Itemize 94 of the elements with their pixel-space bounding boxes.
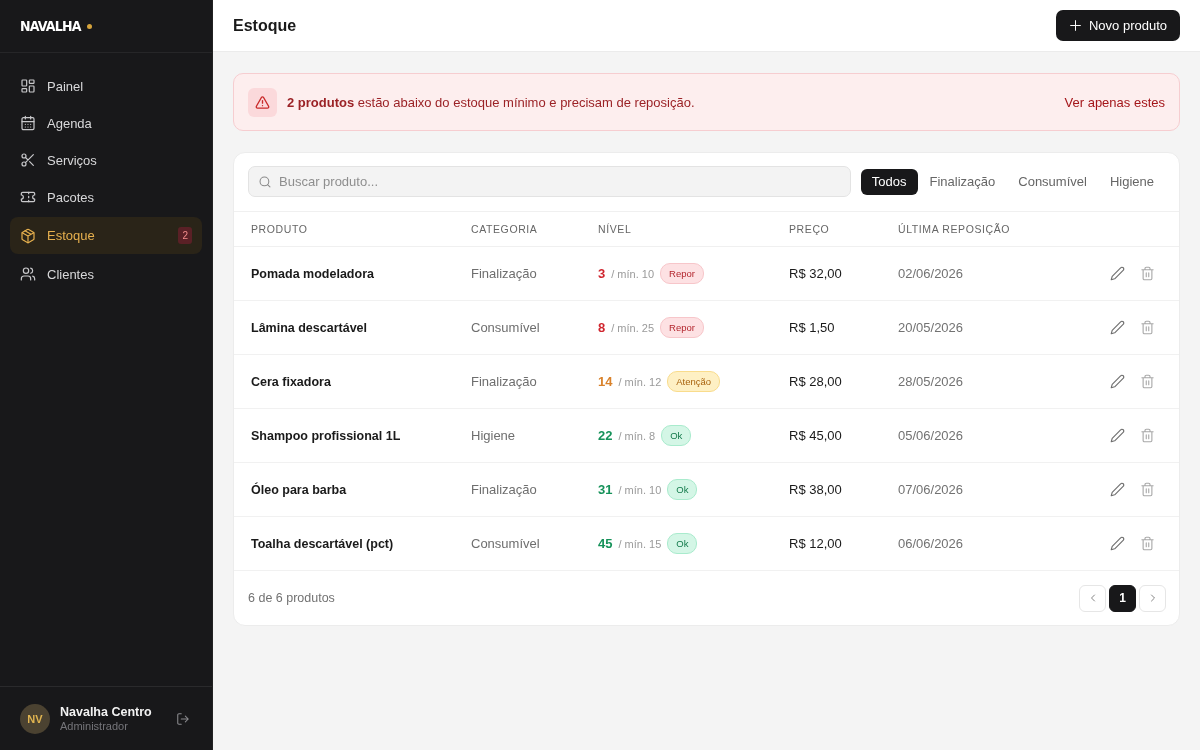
page-title: Estoque (233, 16, 297, 35)
category-label: Higiene (471, 428, 516, 443)
previous-page-button[interactable] (1079, 584, 1106, 612)
trash-icon[interactable] (1140, 320, 1155, 335)
stock-minimum: / mín. 12 (618, 375, 662, 388)
alert-message: 2 produtos estão abaixo do estoque mínimo e precisam de reposição. (287, 94, 695, 110)
category-label: Finalização (471, 374, 537, 389)
trash-icon[interactable] (1140, 266, 1155, 281)
stock-minimum: / mín. 10 (618, 483, 662, 496)
pencil-icon[interactable] (1110, 320, 1125, 335)
stock-minimum: / mín. 25 (611, 321, 655, 334)
plus-icon (1068, 19, 1082, 32)
price-value: R$ 38,00 (789, 482, 842, 497)
product-name: Pomada modeladora (251, 266, 374, 281)
column-header: ÚLTIMA REPOSIÇÃO (898, 223, 1011, 235)
restock-date: 05/06/2026 (898, 428, 964, 443)
filter-tab[interactable]: Finalização (918, 168, 1007, 195)
stock-count: 31 (598, 482, 613, 497)
price-value: R$ 45,00 (789, 428, 842, 443)
price-value: R$ 1,50 (789, 320, 835, 335)
price-value: R$ 32,00 (789, 266, 842, 281)
status-badge: Ok (661, 425, 692, 446)
nav-item[interactable]: Estoque 2 (10, 217, 202, 254)
search-icon (258, 174, 272, 189)
users-icon (20, 266, 36, 282)
nav-item[interactable]: Serviços (10, 142, 202, 178)
status-badge: Ok (667, 479, 698, 500)
stock-minimum: / mín. 15 (618, 537, 662, 550)
column-header: CATEGORIA (471, 223, 538, 235)
nav-item[interactable]: Agenda (10, 105, 202, 141)
nav-item[interactable]: Painel (10, 68, 202, 104)
calendar-icon (20, 115, 36, 131)
restock-date: 20/05/2026 (898, 320, 964, 335)
status-badge: Repor (660, 317, 704, 338)
category-label: Finalização (471, 266, 537, 281)
filter-link[interactable]: Ver apenas estes (1064, 94, 1165, 110)
avatar: NV (20, 703, 50, 734)
scissors-icon (20, 152, 36, 168)
restock-date: 02/06/2026 (898, 266, 964, 281)
status-badge: Atenção (667, 371, 721, 392)
category-label: Finalização (471, 482, 537, 497)
brand-logo: NAVALHA (20, 18, 81, 34)
stock-count: 3 (598, 266, 606, 281)
warning-icon (248, 87, 277, 117)
nav-item[interactable]: Clientes (10, 256, 202, 292)
count-badge: 2 (178, 227, 192, 244)
filter-tab[interactable]: Todos (860, 168, 918, 195)
dot-icon (86, 23, 92, 29)
pencil-icon[interactable] (1110, 482, 1125, 497)
category-label: Consumível (471, 536, 540, 551)
page-button[interactable]: 1 (1109, 584, 1136, 612)
stock-count: 14 (598, 374, 613, 389)
user-name: Navalha Centro (60, 705, 152, 719)
result-count: 6 de 6 produtos (248, 591, 335, 605)
status-badge: Repor (660, 263, 704, 284)
column-header: NÍVEL (598, 223, 632, 235)
restock-date: 07/06/2026 (898, 482, 964, 497)
product-name: Óleo para barba (251, 482, 347, 497)
filter-tab[interactable]: Consumível (1007, 168, 1098, 195)
stock-count: 22 (598, 428, 613, 443)
filter-tab[interactable]: Higiene (1098, 168, 1165, 195)
product-name: Toalha descartável (pct) (251, 536, 394, 551)
user-role: Administrador (60, 720, 128, 732)
pencil-icon[interactable] (1110, 374, 1125, 389)
stock-count: 45 (598, 536, 613, 551)
trash-icon[interactable] (1140, 374, 1155, 389)
logout-icon[interactable] (176, 711, 190, 726)
product-name: Lâmina descartável (251, 320, 368, 335)
trash-icon[interactable] (1140, 482, 1155, 497)
trash-icon[interactable] (1140, 428, 1155, 443)
trash-icon[interactable] (1140, 536, 1155, 551)
stock-minimum: / mín. 8 (618, 429, 656, 442)
search-field[interactable]: Buscar produto... (248, 166, 851, 197)
status-badge: Ok (667, 533, 698, 554)
product-name: Shampoo profissional 1L (251, 428, 401, 443)
price-value: R$ 12,00 (789, 536, 842, 551)
column-header: PREÇO (789, 223, 830, 235)
price-value: R$ 28,00 (789, 374, 842, 389)
column-header: PRODUTO (251, 223, 308, 235)
stock-count: 8 (598, 320, 606, 335)
box-icon (20, 227, 36, 244)
pencil-icon[interactable] (1110, 536, 1125, 551)
new-product-button[interactable]: Novo produto (1055, 10, 1180, 41)
category-label: Consumível (471, 320, 540, 335)
nav-item[interactable]: Pacotes (10, 179, 202, 215)
restock-date: 06/06/2026 (898, 536, 964, 551)
restock-date: 28/05/2026 (898, 374, 964, 389)
next-page-button[interactable] (1139, 584, 1166, 612)
ticket-icon (20, 189, 36, 205)
pencil-icon[interactable] (1110, 428, 1125, 443)
stock-minimum: / mín. 10 (611, 267, 655, 280)
grid-icon (20, 78, 36, 94)
pencil-icon[interactable] (1110, 266, 1125, 281)
product-name: Cera fixadora (251, 374, 331, 389)
